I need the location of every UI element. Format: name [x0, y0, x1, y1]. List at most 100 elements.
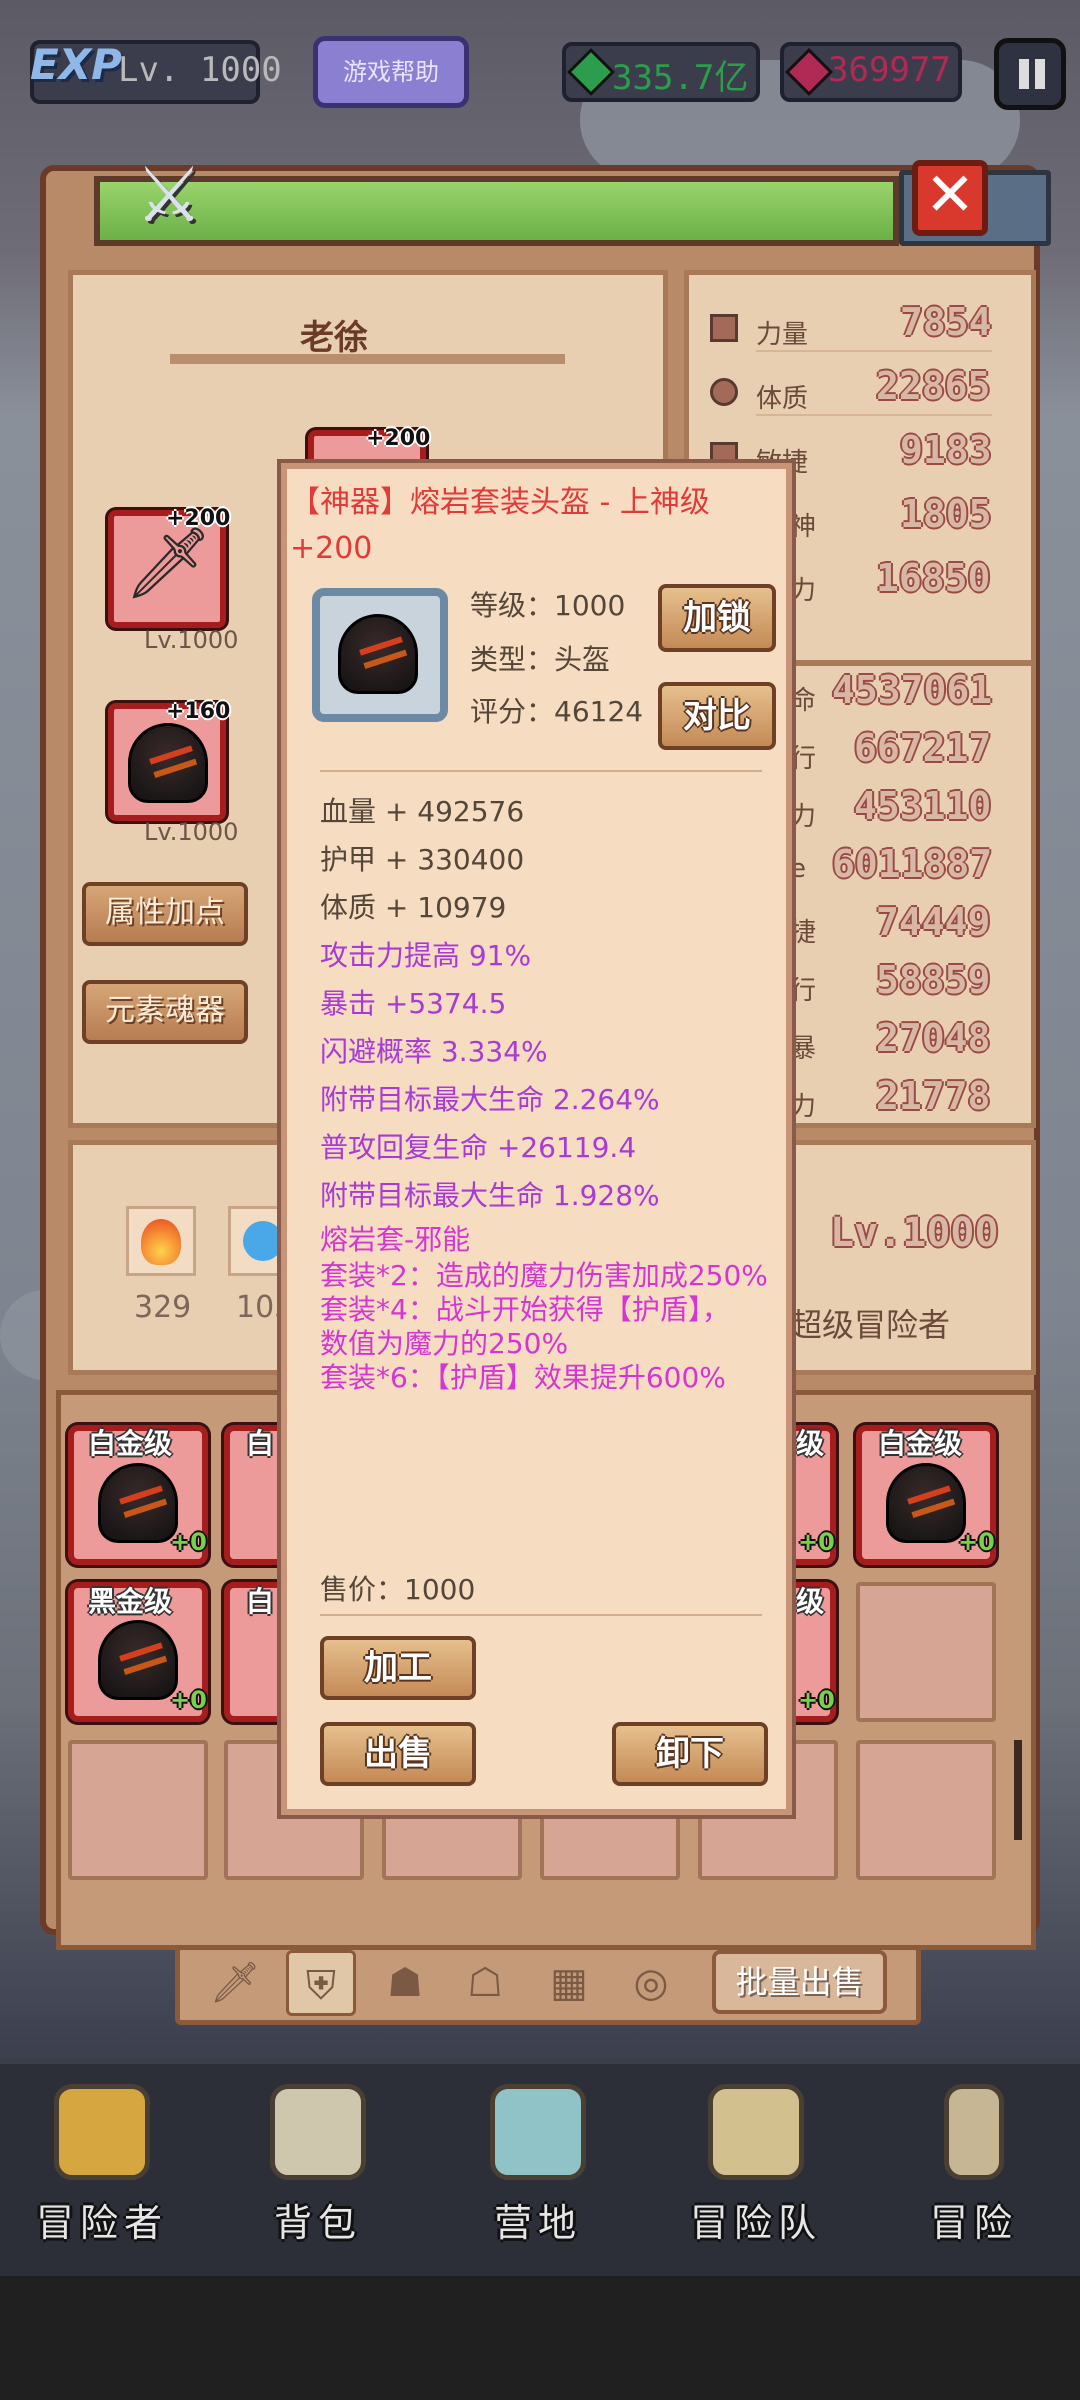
base-attribute: 体质 + 10979: [320, 891, 507, 924]
stat-name: 暴: [790, 1034, 817, 1064]
lava-helmet-icon: [98, 1620, 178, 1700]
compare-button[interactable]: 对比: [658, 682, 776, 750]
item-level: 等级：1000: [470, 589, 626, 622]
stat-name: 命: [790, 686, 817, 716]
inventory-empty-slot[interactable]: [856, 1582, 996, 1722]
equip-level: Lv.1000: [144, 818, 239, 846]
window-title-bar: [94, 176, 899, 246]
process-button[interactable]: 加工: [320, 1636, 476, 1700]
lock-button[interactable]: 加锁: [658, 584, 776, 652]
base-attribute: 护甲 + 330400: [320, 843, 525, 876]
extra-attribute: 闪避概率 3.334%: [320, 1035, 548, 1068]
stat-value: 16850: [876, 556, 991, 600]
stat-value: 27048: [876, 1016, 991, 1060]
nav-label: 冒险者: [35, 2201, 168, 2245]
pause-button[interactable]: [994, 38, 1066, 110]
nav-label: 营地: [493, 2201, 582, 2245]
stat-name: 力: [790, 1092, 817, 1122]
ruby-value: 369977: [828, 50, 951, 90]
lava-helmet-icon: [338, 614, 418, 694]
extra-attribute: 普攻回复生命 +26119.4: [320, 1131, 637, 1164]
stat-name: 力: [790, 802, 817, 832]
emerald-value: 335.7亿: [612, 58, 749, 98]
popup-divider: [320, 1614, 762, 1616]
player-level: Lv. 1000: [118, 50, 282, 90]
armor-tab-icon[interactable]: ⛨: [286, 1950, 356, 2016]
item-plus: +0: [170, 1528, 207, 1556]
nav-adventure[interactable]: 冒险: [884, 2070, 1064, 2270]
pause-icon: [999, 43, 1000, 44]
equip-plus: +200: [366, 426, 431, 451]
team-icon: [708, 2084, 804, 2180]
stat-value: 58859: [876, 958, 991, 1002]
gauntlet-icon: [128, 723, 208, 803]
item-type: 类型：头盔: [470, 643, 611, 676]
item-plus: +0: [798, 1686, 835, 1714]
stat-name: 行: [790, 744, 817, 774]
item-tier: 白: [246, 1427, 275, 1460]
stat-name: 体质: [756, 384, 809, 414]
extra-attribute: 攻击力提高 91%: [320, 939, 532, 972]
stat-value: 4537061: [832, 668, 993, 712]
batch-sell-button[interactable]: 批量出售: [712, 1950, 887, 2014]
sword-tab-icon[interactable]: 🗡: [200, 1950, 270, 2016]
item-tier: 级: [796, 1427, 825, 1460]
name-underline: [170, 354, 565, 364]
stat-name: e: [790, 854, 806, 884]
set-bonus: 套装*6：【护盾】效果提升600%: [320, 1361, 726, 1394]
equip-plus: +160: [166, 699, 231, 724]
equip-plus: +200: [166, 506, 231, 531]
sell-button[interactable]: 出售: [320, 1722, 476, 1786]
item-tier: 白金级: [88, 1427, 173, 1460]
exp-label: EXP: [30, 40, 122, 89]
element-soul-button[interactable]: 元素魂器: [82, 980, 248, 1044]
nav-adventurer[interactable]: 冒险者: [12, 2070, 192, 2270]
helmet-tab-icon[interactable]: ☗: [370, 1950, 440, 2016]
heart-icon: [710, 378, 738, 406]
sell-price: 售价：1000: [320, 1573, 476, 1606]
crossed-swords-icon: ⚔: [135, 150, 204, 239]
adventure-icon: [944, 2084, 1004, 2180]
stat-name: 力: [790, 576, 817, 606]
extra-attribute: 附带目标最大生命 1.928%: [320, 1179, 660, 1212]
sword-icon: 🗡: [124, 522, 213, 604]
attribute-points-button[interactable]: 属性加点: [82, 882, 248, 946]
stat-value: 453110: [854, 784, 992, 828]
inventory-empty-slot[interactable]: [856, 1740, 996, 1880]
item-tier: 白: [246, 1585, 275, 1618]
pants-tab-icon[interactable]: ▦: [534, 1950, 604, 2016]
stat-name: 行: [790, 976, 817, 1006]
inventory-scrollbar[interactable]: [1014, 1740, 1022, 1840]
player-rank: 超级冒险者: [790, 1306, 951, 1344]
item-tier: 白金级: [878, 1427, 963, 1460]
nav-backpack[interactable]: 背包: [228, 2070, 408, 2270]
stat-name: 神: [790, 512, 817, 542]
nav-team[interactable]: 冒险队: [666, 2070, 846, 2270]
equip-level: Lv.1000: [144, 626, 239, 654]
inventory-empty-slot[interactable]: [68, 1740, 208, 1880]
character-name: 老徐: [300, 318, 368, 358]
strength-icon: [710, 314, 738, 342]
stat-divider: [756, 414, 992, 416]
extra-attribute: 暴击 +5374.5: [320, 987, 507, 1020]
ring-tab-icon[interactable]: ◎: [616, 1950, 686, 2016]
game-help-button[interactable]: 游戏帮助: [313, 36, 469, 108]
item-plus: +0: [798, 1528, 835, 1556]
unequip-button[interactable]: 卸下: [612, 1722, 768, 1786]
player-level-badge: Lv.1000: [830, 1210, 999, 1256]
stat-value: 7854: [900, 300, 992, 344]
system-bar: [0, 2276, 1080, 2400]
chest-tab-icon[interactable]: ☖: [450, 1950, 520, 2016]
lava-helmet-icon: [886, 1463, 966, 1543]
stat-name: 捷: [790, 918, 817, 948]
item-plus: +0: [958, 1528, 995, 1556]
stat-name: 力量: [756, 320, 809, 350]
set-name: 熔岩套-邪能: [320, 1223, 471, 1256]
popup-divider: [320, 770, 762, 772]
extra-attribute: 附带目标最大生命 2.264%: [320, 1083, 660, 1116]
close-button[interactable]: ✕: [912, 160, 988, 236]
nav-label: 冒险: [929, 2201, 1018, 2245]
nav-camp[interactable]: 营地: [448, 2070, 628, 2270]
nav-label: 背包: [273, 2201, 362, 2245]
nav-label: 冒险队: [689, 2201, 822, 2245]
